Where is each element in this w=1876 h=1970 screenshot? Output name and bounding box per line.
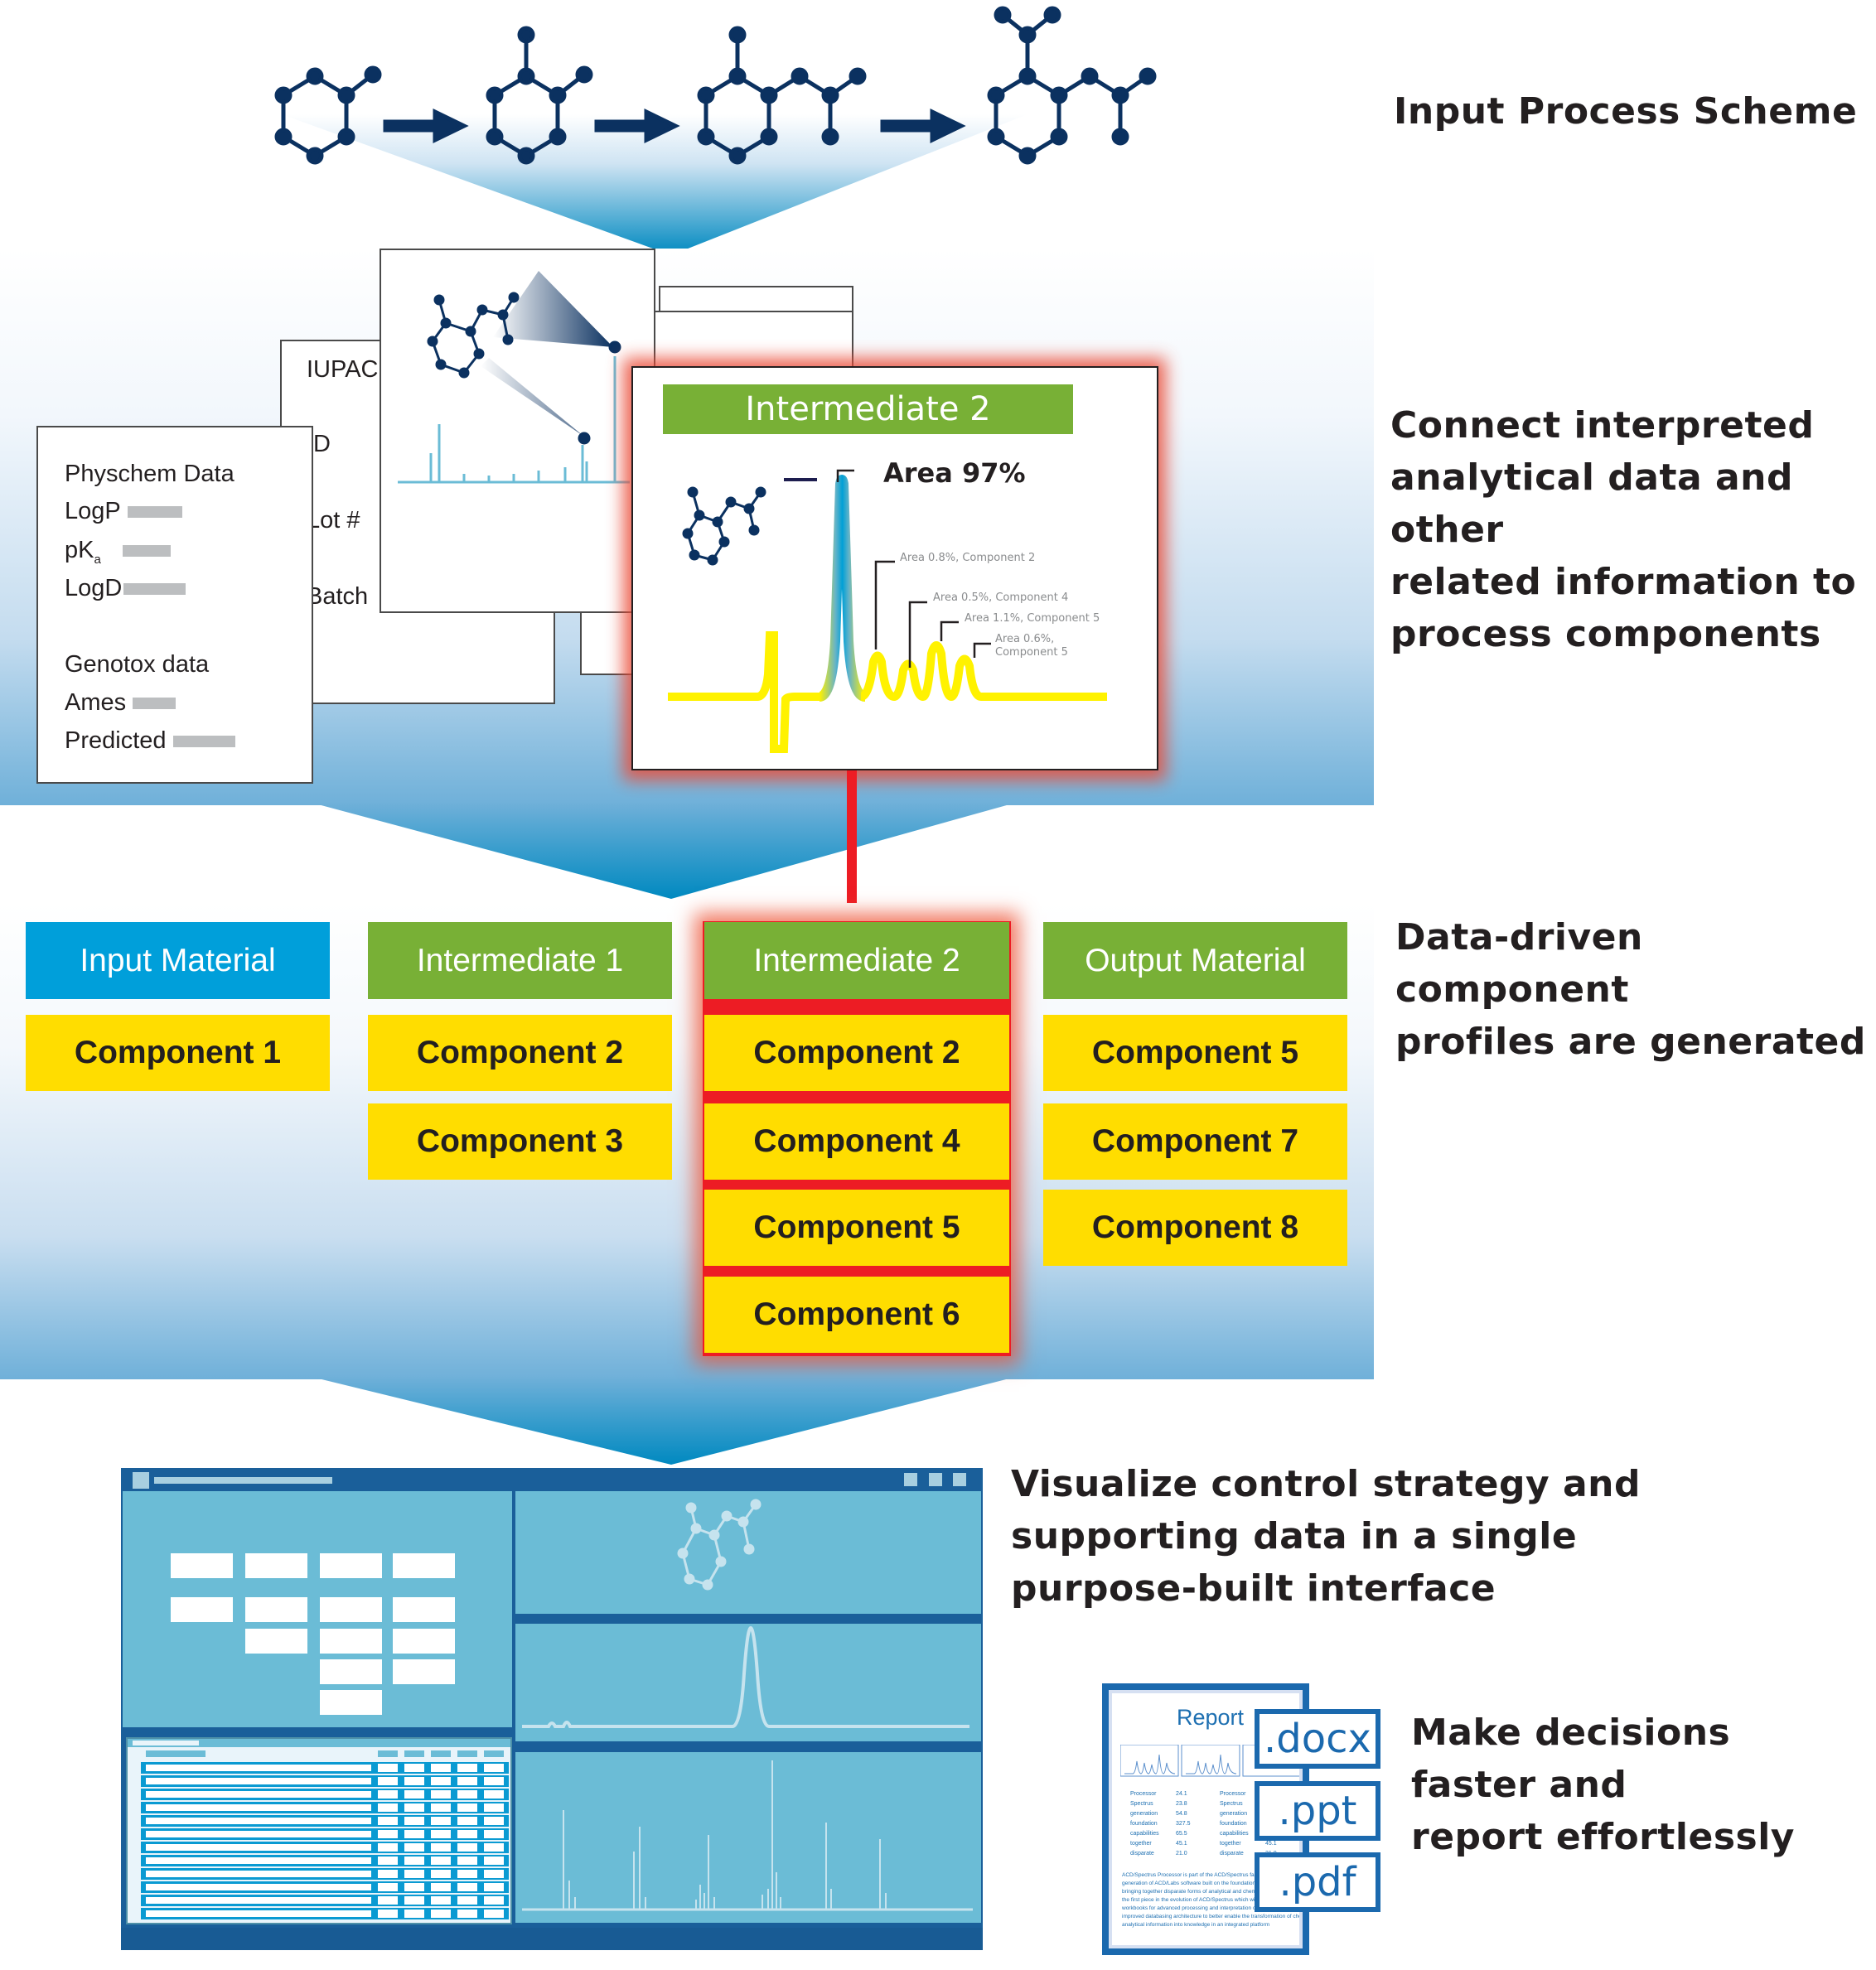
window-icon bbox=[133, 1472, 149, 1489]
spectrum-chart bbox=[398, 271, 630, 484]
component-cell[interactable]: Component 5 bbox=[1043, 1015, 1347, 1091]
report-table-value: 24.1 bbox=[1176, 1791, 1187, 1797]
component-cell[interactable]: Component 5 bbox=[704, 1190, 1009, 1266]
report-table-label: foundation bbox=[1130, 1821, 1158, 1827]
molecule-icon bbox=[697, 26, 867, 165]
genotox-field-ames: Ames bbox=[65, 689, 176, 717]
peak-label: Area 0.6%, bbox=[995, 633, 1055, 645]
column-header-intermediate-1[interactable]: Intermediate 1 bbox=[368, 922, 672, 999]
window-title-bar bbox=[154, 1477, 332, 1484]
report-table-label: Spectrus bbox=[1130, 1801, 1153, 1807]
status-bar bbox=[121, 1928, 983, 1950]
component-cell[interactable]: Component 3 bbox=[368, 1103, 672, 1180]
software-window[interactable] bbox=[121, 1468, 983, 1950]
link-connector bbox=[847, 770, 857, 920]
genotox-title: Genotox data bbox=[65, 651, 210, 678]
column-header-output-material[interactable]: Output Material bbox=[1043, 922, 1347, 999]
window-control[interactable] bbox=[953, 1473, 966, 1486]
caption-input-process-scheme: Input Process Scheme bbox=[1394, 90, 1858, 133]
field-iupac: IUPAC bbox=[307, 356, 379, 383]
report-table-label: capabilities bbox=[1220, 1831, 1249, 1837]
peak-label: Area 1.1%, Component 5 bbox=[965, 612, 1100, 625]
data-table-panel[interactable] bbox=[126, 1737, 512, 1924]
component-cell[interactable]: Component 7 bbox=[1043, 1103, 1347, 1180]
column-header-intermediate-2[interactable]: Intermediate 2 bbox=[704, 922, 1009, 999]
caption-data-driven: Data-driven component profiles are genera… bbox=[1395, 916, 1866, 1063]
field-lot: Lot # bbox=[307, 507, 360, 534]
main-peak-label: Area 97% bbox=[883, 457, 1026, 489]
report-table-value: 65.5 bbox=[1176, 1831, 1187, 1837]
report-table-label: disparate bbox=[1220, 1851, 1244, 1857]
molecule-icon bbox=[486, 26, 593, 165]
process-scheme bbox=[274, 6, 1157, 165]
report-table-value: 54.8 bbox=[1176, 1811, 1187, 1817]
profile-panel bbox=[123, 1491, 512, 1727]
right-arrow-icon bbox=[880, 109, 966, 143]
window-control[interactable] bbox=[929, 1473, 942, 1486]
component-cell[interactable]: Component 1 bbox=[26, 1015, 330, 1091]
report-table-value: 21.0 bbox=[1176, 1851, 1187, 1857]
molecule-icon bbox=[677, 1499, 762, 1591]
component-cell[interactable]: Component 4 bbox=[704, 1103, 1009, 1180]
physchem-field-logd: LogD bbox=[65, 575, 186, 602]
caption-make-decisions: Make decisions faster and report effortles… bbox=[1411, 1712, 1795, 1858]
component-cell[interactable]: Component 2 bbox=[704, 1015, 1009, 1091]
report-table-value: 327.5 bbox=[1176, 1821, 1191, 1827]
export-docx-button[interactable]: .docx bbox=[1255, 1709, 1380, 1769]
report-table-label: together bbox=[1220, 1841, 1241, 1847]
peak-label: Area 0.8%, Component 2 bbox=[900, 552, 1036, 564]
genotox-field-predicted: Predicted bbox=[65, 727, 235, 755]
component-cell[interactable]: Component 6 bbox=[704, 1277, 1009, 1353]
intermediate-2-document[interactable]: Intermediate 2 Area 97% Area 0.8%, Compo… bbox=[631, 366, 1158, 770]
physchem-field-pka: pKa bbox=[65, 537, 171, 567]
section1-funnel bbox=[315, 804, 1013, 899]
section2-funnel bbox=[315, 1378, 1013, 1465]
caption-connect: Connect interpreted analytical data and o… bbox=[1390, 404, 1857, 655]
molecule-icon bbox=[987, 6, 1157, 165]
chromatogram bbox=[668, 469, 1107, 753]
spectrum-document bbox=[380, 249, 655, 613]
report-table-label: together bbox=[1130, 1841, 1152, 1847]
right-arrow-icon bbox=[383, 109, 469, 143]
right-arrow-icon bbox=[594, 109, 680, 143]
report-table-label: generation bbox=[1220, 1811, 1248, 1817]
physchem-field-logp: LogP bbox=[65, 498, 182, 525]
component-cell[interactable]: Component 2 bbox=[368, 1015, 672, 1091]
report-table-label: capabilities bbox=[1130, 1831, 1159, 1837]
report-table-label: Processor bbox=[1130, 1791, 1157, 1797]
report-table-value: 45.1 bbox=[1265, 1841, 1277, 1847]
report-table-value: 45.1 bbox=[1176, 1841, 1187, 1847]
report-table-value: 23.8 bbox=[1176, 1801, 1187, 1807]
molecule-icon bbox=[682, 486, 766, 566]
caption-visualize: Visualize control strategy and supporting… bbox=[1011, 1463, 1641, 1610]
spectrum-panel bbox=[515, 1752, 981, 1923]
report-table-label: disparate bbox=[1130, 1851, 1154, 1857]
molecule-icon bbox=[274, 65, 382, 165]
report-table-label: Processor bbox=[1220, 1791, 1246, 1797]
report-table-label: Spectrus bbox=[1220, 1801, 1243, 1807]
report-table-label: generation bbox=[1130, 1811, 1158, 1817]
export-ppt-button[interactable]: .ppt bbox=[1255, 1781, 1380, 1841]
chromatogram-panel bbox=[515, 1624, 981, 1741]
column-header-input-material[interactable]: Input Material bbox=[26, 922, 330, 999]
physchem-title: Physchem Data bbox=[65, 461, 234, 487]
peak-label: Area 0.5%, Component 4 bbox=[933, 591, 1069, 604]
report-title: Report bbox=[1177, 1705, 1245, 1730]
export-pdf-button[interactable]: .pdf bbox=[1255, 1852, 1380, 1912]
peak-label: Component 5 bbox=[995, 646, 1068, 659]
report-table-label: foundation bbox=[1220, 1821, 1247, 1827]
field-batch: Batch bbox=[307, 583, 369, 610]
structure-panel bbox=[515, 1491, 981, 1614]
window-control[interactable] bbox=[904, 1473, 917, 1486]
data-table bbox=[141, 1750, 509, 1919]
physchem-document: Physchem Data LogP pKa LogD Genotox data… bbox=[36, 426, 313, 784]
component-cell[interactable]: Component 8 bbox=[1043, 1190, 1347, 1266]
